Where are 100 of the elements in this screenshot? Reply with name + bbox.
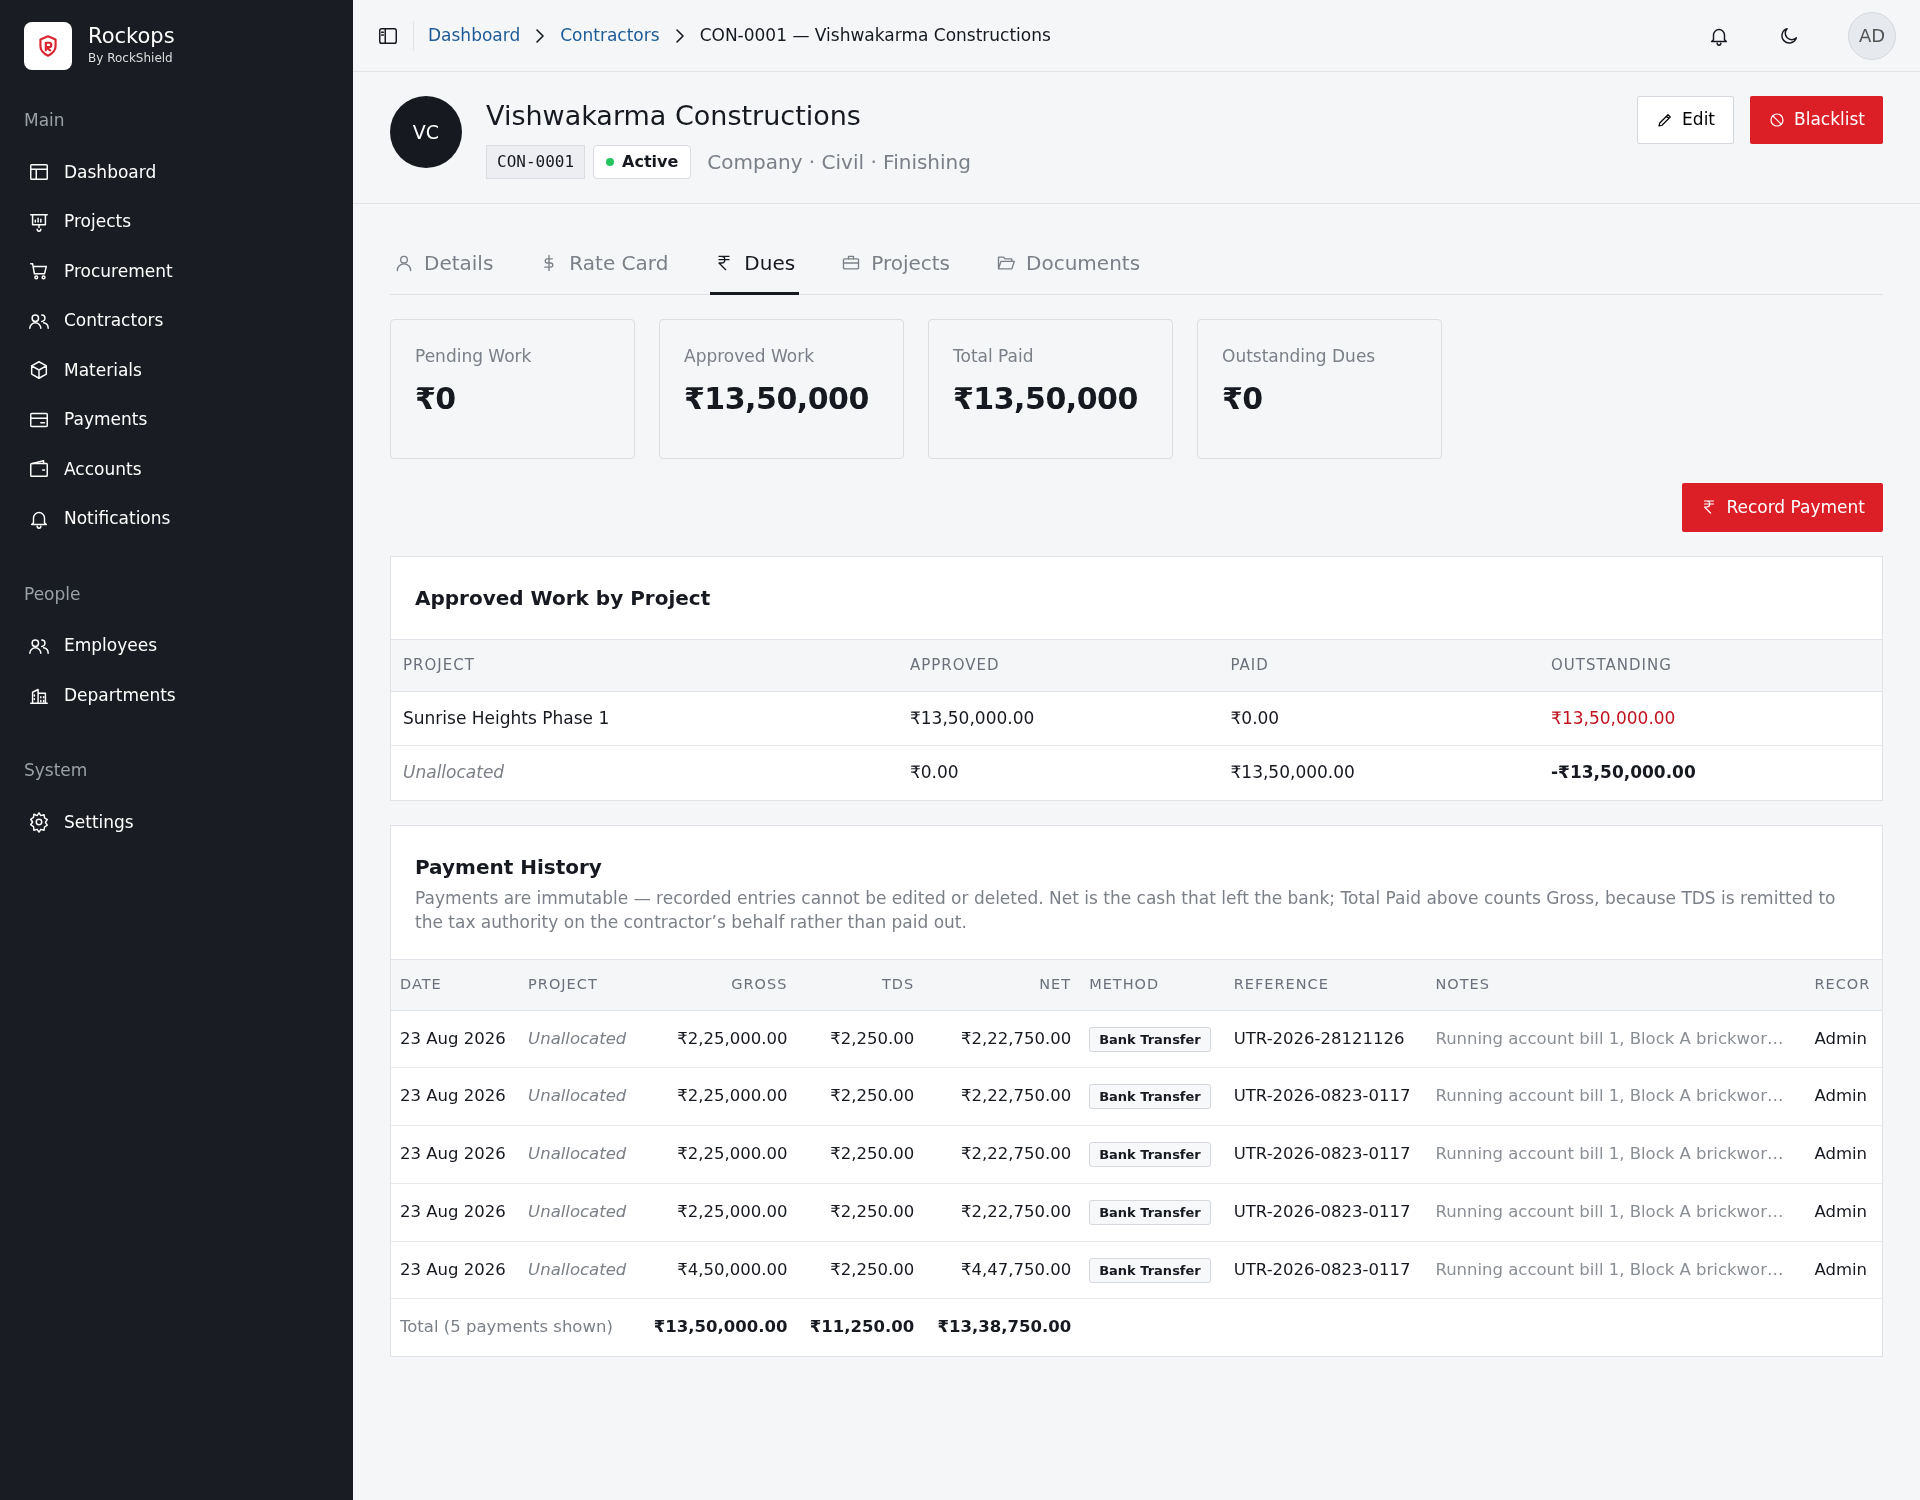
- table-cell: 23 Aug 2026: [391, 1125, 520, 1184]
- table-cell: ₹2,250.00: [796, 1067, 924, 1126]
- table-cell: UTR-2026-0823-0117: [1224, 1183, 1427, 1242]
- stat-label: Approved Work: [684, 344, 815, 368]
- method-badge: Bank Transfer: [1089, 1257, 1211, 1283]
- table-cell: ₹2,22,750.00: [923, 1067, 1081, 1126]
- table-cell: Unallocated: [519, 1241, 640, 1299]
- chevron-right-icon: [536, 28, 545, 43]
- tab[interactable]: Details: [390, 233, 498, 295]
- table-cell: Admin: [1805, 1067, 1882, 1126]
- record-payment-button[interactable]: Record Payment: [1682, 482, 1883, 532]
- table-cell: Admin: [1805, 1183, 1882, 1242]
- stat-value: ₹0: [1222, 380, 1264, 418]
- column-header: TDS: [796, 959, 924, 1011]
- method-badge: Bank Transfer: [1089, 1084, 1211, 1110]
- sidebar-item[interactable]: Dashboard: [24, 147, 329, 197]
- table-cell: Running account bill 1, Block A brickwor…: [1426, 1183, 1806, 1242]
- table-cell: Running account bill 1, Block A brickwor…: [1426, 1125, 1806, 1184]
- table-cell: Running account bill 1, Block A brickwor…: [1426, 1067, 1806, 1126]
- panel-description: Payments are immutable — recorded entries cannot be edited or deleted. Net is the cash that left the bank; Total Paid above counts Gross, because TDS is remitted to the tax authority on the contractor’s behalf rather than paid out.: [415, 886, 1837, 935]
- table-cell: ₹4,47,750.00: [923, 1241, 1081, 1299]
- edit-button[interactable]: Edit: [1637, 96, 1735, 144]
- sidebar-item[interactable]: Accounts: [24, 444, 329, 494]
- method-badge: Bank Transfer: [1089, 1142, 1211, 1168]
- table-cell: ₹0.00: [1218, 691, 1540, 746]
- column-header: RECOR: [1805, 959, 1882, 1011]
- tab[interactable]: Rate Card: [535, 233, 673, 295]
- table-cell: ₹4,50,000.00: [639, 1241, 797, 1299]
- table-cell: ₹2,25,000.00: [639, 1125, 797, 1184]
- tab[interactable]: Projects: [837, 233, 955, 295]
- contractor-name: Vishwakarma Constructions: [486, 99, 862, 133]
- total-cell: ₹13,38,750.00: [923, 1298, 1081, 1357]
- column-header: PROJECT: [391, 639, 898, 691]
- sidebar-item[interactable]: Contractors: [24, 296, 329, 346]
- table-cell: ₹2,25,000.00: [639, 1067, 797, 1126]
- sidebar-item[interactable]: Procurement: [24, 246, 329, 296]
- method-badge: Bank Transfer: [1089, 1199, 1211, 1225]
- table-cell: ₹2,250.00: [796, 1125, 924, 1184]
- stat-label: Pending Work: [415, 344, 533, 368]
- table-cell: 23 Aug 2026: [391, 1067, 520, 1126]
- column-header: NET: [923, 959, 1081, 1011]
- table-cell: ₹2,22,750.00: [923, 1183, 1081, 1242]
- table-cell: UTR-2026-0823-0117: [1224, 1125, 1427, 1184]
- sidebar-item[interactable]: Employees: [24, 621, 329, 671]
- table-cell: ₹2,25,000.00: [639, 1010, 797, 1068]
- total-cell: ₹13,50,000.00: [639, 1298, 797, 1357]
- table-cell: UTR-2026-0823-0117: [1224, 1241, 1427, 1299]
- column-header: APPROVED: [897, 639, 1219, 691]
- table-cell: ₹13,50,000.00: [1218, 745, 1540, 800]
- tab[interactable]: Dues: [710, 233, 800, 295]
- table-cell: Sunrise Heights Phase 1: [391, 691, 898, 746]
- total-label: Total (5 payments shown): [391, 1298, 640, 1357]
- contractor-meta: Company · Civil · Finishing: [707, 148, 971, 176]
- column-header: PAID: [1218, 639, 1540, 691]
- ban-icon: [1768, 110, 1787, 129]
- table-cell: ₹2,250.00: [796, 1241, 924, 1299]
- table-cell: ₹2,250.00: [796, 1010, 924, 1068]
- column-header: PROJECT: [519, 959, 640, 1011]
- contractor-code: CON-0001: [486, 144, 586, 179]
- sidebar-item[interactable]: Materials: [24, 345, 329, 395]
- table-cell: Unallocated: [519, 1125, 640, 1184]
- breadcrumb-link[interactable]: Contractors: [560, 22, 660, 49]
- panel-title: Approved Work by Project: [414, 585, 712, 612]
- stat-value: ₹0: [415, 380, 457, 418]
- table-cell: 23 Aug 2026: [391, 1183, 520, 1242]
- section-heading: Main: [24, 109, 66, 132]
- breadcrumb-link[interactable]: Dashboard: [428, 22, 521, 49]
- sidebar-item[interactable]: Projects: [24, 197, 329, 247]
- column-header: REFERENCE: [1224, 959, 1427, 1011]
- sidebar-item[interactable]: Settings: [24, 797, 329, 847]
- table-cell: Unallocated: [391, 745, 898, 800]
- panel-title: Payment History: [415, 853, 603, 881]
- table-cell: UTR-2026-28121126: [1224, 1010, 1427, 1068]
- total-cell: ₹11,250.00: [796, 1298, 924, 1357]
- tab[interactable]: Documents: [992, 233, 1145, 295]
- table-cell: ₹13,50,000.00: [897, 691, 1219, 746]
- table-cell: 23 Aug 2026: [391, 1241, 520, 1299]
- section-heading: System: [24, 759, 89, 782]
- column-header: NOTES: [1426, 959, 1806, 1011]
- stat-label: Total Paid: [953, 344, 1035, 368]
- table-cell: ₹2,25,000.00: [639, 1183, 797, 1242]
- table-cell: ₹2,22,750.00: [923, 1125, 1081, 1184]
- status-label: Active: [622, 150, 679, 173]
- sidebar-item[interactable]: Departments: [24, 670, 329, 720]
- table-cell: UTR-2026-0823-0117: [1224, 1067, 1427, 1126]
- section-heading: People: [24, 582, 82, 606]
- table-cell: 23 Aug 2026: [391, 1010, 520, 1068]
- status-dot: [606, 157, 615, 166]
- table-cell: ₹13,50,000.00: [1539, 691, 1882, 746]
- sidebar-item[interactable]: Payments: [24, 395, 329, 445]
- contractor-avatar: VC: [390, 96, 462, 168]
- sidebar-item[interactable]: Notifications: [24, 494, 329, 544]
- blacklist-button[interactable]: Blacklist: [1750, 96, 1883, 144]
- user-avatar[interactable]: AD: [1848, 11, 1896, 60]
- table-cell: Running account bill 1, Block A brickwor…: [1426, 1010, 1806, 1068]
- column-header: DATE: [391, 959, 520, 1011]
- column-header: METHOD: [1080, 959, 1225, 1011]
- table-cell: ₹2,250.00: [796, 1183, 924, 1242]
- column-header: OUTSTANDING: [1539, 639, 1882, 691]
- chevron-right-icon: [675, 28, 684, 43]
